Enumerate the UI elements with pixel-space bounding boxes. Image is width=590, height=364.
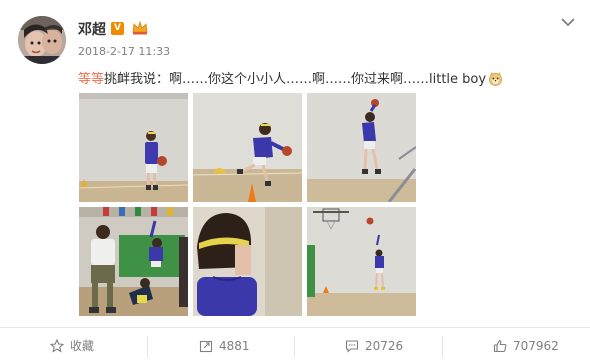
photo-1[interactable] <box>79 93 188 202</box>
thumbs-up-icon <box>493 339 507 353</box>
photo-5[interactable] <box>193 207 302 316</box>
repost-count: 4881 <box>219 339 250 353</box>
mention-link[interactable]: 等等 <box>78 72 104 87</box>
vip-crown-icon[interactable] <box>132 21 148 35</box>
photo-2[interactable] <box>193 93 302 202</box>
favorite-label: 收藏 <box>70 339 95 353</box>
post-timestamp[interactable]: 2018-2-17 11:33 <box>78 45 170 58</box>
verified-icon: V <box>111 22 124 35</box>
like-count: 707962 <box>513 339 559 353</box>
photo-3[interactable] <box>307 93 416 202</box>
action-bar: 收藏 4881 20726 707962 <box>0 327 590 364</box>
like-button[interactable]: 707962 <box>493 328 559 364</box>
repost-button[interactable]: 4881 <box>199 328 250 364</box>
comment-button[interactable]: 20726 <box>345 328 403 364</box>
divider <box>294 336 295 358</box>
post-body: 挑衅我说：啊……你这个小小人……啊……你过来啊……little boy <box>104 72 487 87</box>
comment-icon <box>345 340 359 353</box>
divider <box>442 336 443 358</box>
post-text: 等等挑衅我说：啊……你这个小小人……啊……你过来啊……little boy <box>78 68 503 87</box>
doge-emoji-icon <box>489 71 503 86</box>
comment-count: 20726 <box>365 339 404 353</box>
avatar-image <box>18 16 66 64</box>
photo-6[interactable] <box>307 207 416 316</box>
weibo-post-card: 邓超 V 2018-2-17 11:33 等等挑衅我说：啊……你这个小小人……啊… <box>0 0 590 364</box>
author-name[interactable]: 邓超 <box>78 19 106 39</box>
favorite-button[interactable]: 收藏 <box>49 328 95 364</box>
divider <box>147 336 148 358</box>
star-icon <box>49 338 65 353</box>
photo-4[interactable] <box>79 207 188 316</box>
chevron-down-icon[interactable] <box>560 16 576 28</box>
repost-icon <box>199 340 213 353</box>
avatar[interactable] <box>18 16 66 64</box>
